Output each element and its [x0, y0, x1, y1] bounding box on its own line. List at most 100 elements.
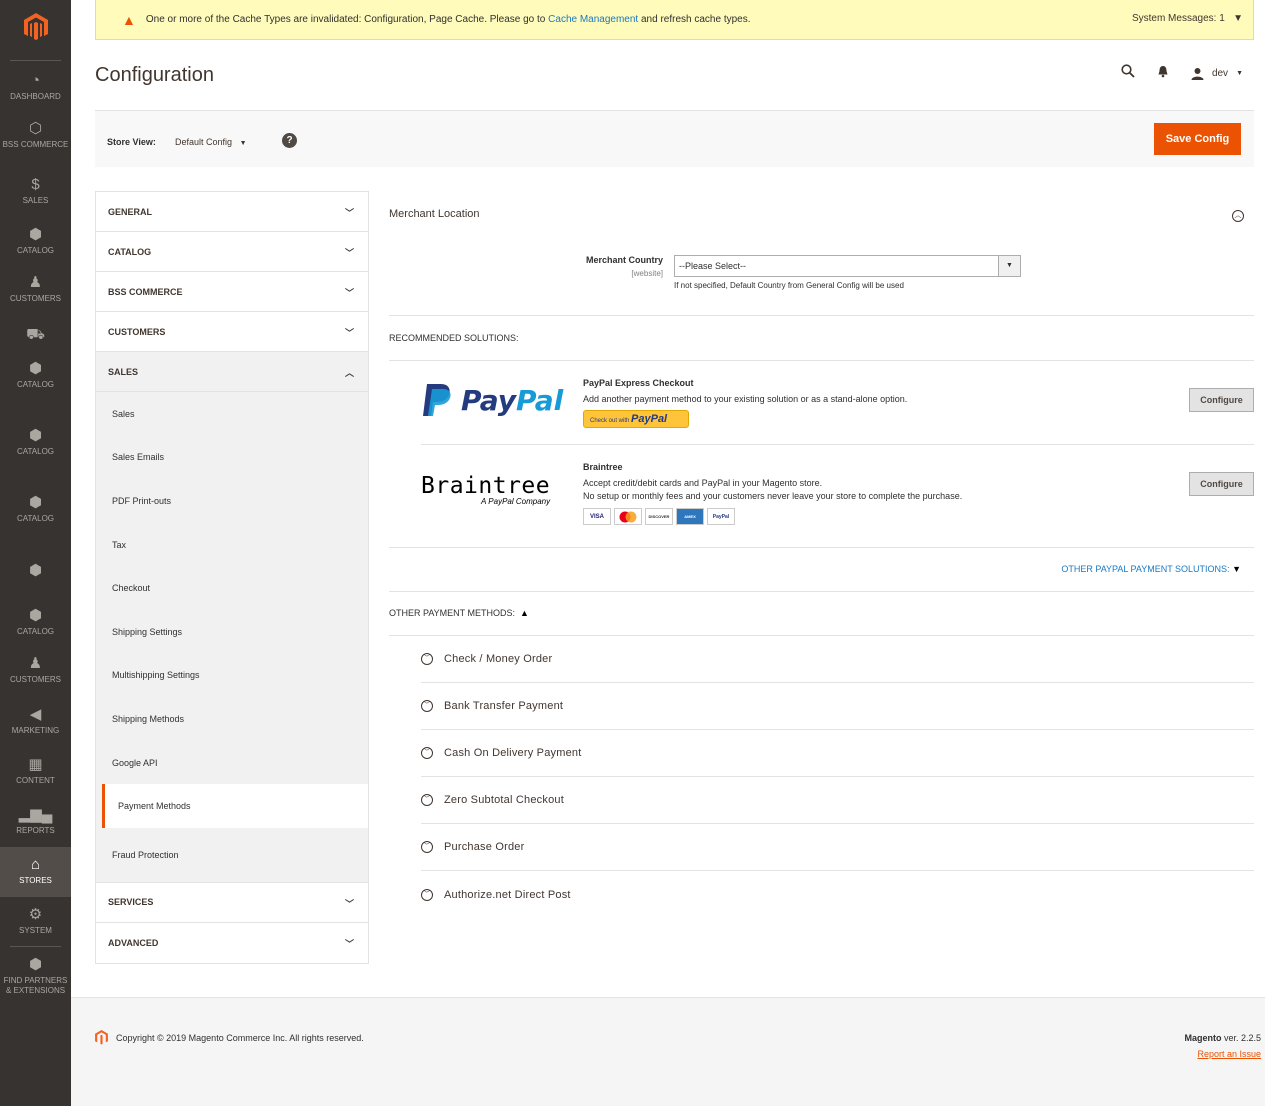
- divider: [389, 315, 1254, 316]
- divider: [389, 360, 1254, 361]
- page-title: Configuration: [95, 64, 214, 86]
- select-arrow-icon: ▼: [998, 256, 1020, 276]
- nav-truck[interactable]: ⛟: [0, 326, 71, 346]
- paypal-configure-button[interactable]: Configure: [1189, 388, 1254, 412]
- divider: [421, 444, 1254, 445]
- bar-chart-icon: ▂▆▄: [18, 806, 53, 823]
- divider: [389, 547, 1254, 548]
- truck-icon: ⛟: [26, 326, 45, 343]
- tab-services[interactable]: SERVICES ﹀: [96, 883, 368, 923]
- nav-sales[interactable]: $ SALES: [0, 176, 71, 206]
- nav-stores[interactable]: ⌂ STORES: [0, 847, 71, 897]
- nav-content[interactable]: ▦ CONTENT: [0, 756, 71, 786]
- header-actions: dev ▼: [1121, 64, 1243, 82]
- tab-customers[interactable]: CUSTOMERS ﹀: [96, 312, 368, 352]
- megaphone-icon: ◀: [29, 706, 42, 723]
- tab-general[interactable]: GENERAL ﹀: [96, 192, 368, 232]
- tab-item-payment-methods[interactable]: Payment Methods: [102, 784, 368, 828]
- store-view-label: Store View:: [107, 137, 156, 147]
- tab-sales[interactable]: SALES ︿: [96, 352, 368, 392]
- tab-item-google-api[interactable]: Google API: [96, 741, 368, 785]
- nav-system[interactable]: ⚙ SYSTEM: [0, 906, 71, 936]
- save-config-button[interactable]: Save Config: [1154, 123, 1241, 155]
- gear-icon: ⚙: [28, 906, 43, 923]
- tab-advanced[interactable]: ADVANCED ﹀: [96, 923, 368, 963]
- nav-find-partners[interactable]: ⬢ FIND PARTNERS & EXTENSIONS: [0, 956, 71, 996]
- copyright: Copyright © 2019 Magento Commerce Inc. A…: [95, 1030, 364, 1045]
- payment-method-bank-transfer[interactable]: ﹀ Bank Transfer Payment: [421, 683, 1254, 730]
- payment-method-check-money-order[interactable]: ﹀ Check / Money Order: [421, 636, 1254, 683]
- nav-dashboard[interactable]: ◔ DASHBOARD: [0, 72, 71, 102]
- version-info: Magento ver. 2.2.5 Report an Issue: [1184, 1030, 1261, 1062]
- paypal-card-icon: PayPal: [707, 508, 735, 525]
- payment-method-cash-on-delivery[interactable]: ﹀ Cash On Delivery Payment: [421, 730, 1254, 777]
- paypal-logo-pal: Pal: [516, 383, 564, 417]
- visa-icon: VISA: [583, 508, 611, 525]
- help-icon[interactable]: ?: [282, 133, 297, 148]
- caret-down-icon: ▼: [1236, 69, 1243, 77]
- cache-management-link[interactable]: Cache Management: [548, 14, 638, 25]
- tab-bss-commerce[interactable]: BSS COMMERCE ﹀: [96, 272, 368, 312]
- admin-sidebar: ◔ DASHBOARD ⬡ BSS COMMERCE $ SALES ⬢ CATALOG…: [0, 0, 71, 1106]
- hexagon-icon: ⬡: [28, 120, 43, 137]
- nav-catalog-5[interactable]: ⬢ CATALOG: [0, 607, 71, 637]
- section-title-merchant-location[interactable]: Merchant Location: [389, 208, 480, 220]
- sales-subitems: Sales Sales Emails PDF Print-outs Tax Ch…: [96, 392, 368, 883]
- nav-box[interactable]: ⬢: [0, 562, 71, 582]
- expand-icon: ﹀: [421, 888, 433, 901]
- tab-item-shipping-methods[interactable]: Shipping Methods: [96, 697, 368, 741]
- merchant-country-scope: [website]: [631, 269, 663, 278]
- tab-item-checkout[interactable]: Checkout: [96, 566, 368, 610]
- tab-item-fraud-protection[interactable]: Fraud Protection: [96, 828, 368, 883]
- braintree-desc-1: Accept credit/debit cards and PayPal in …: [583, 478, 823, 488]
- nav-catalog[interactable]: ⬢ CATALOG: [0, 226, 71, 256]
- config-tabs: GENERAL ﹀ CATALOG ﹀ BSS COMMERCE ﹀ CUSTOMER…: [95, 191, 369, 964]
- tab-item-pdf-printouts[interactable]: PDF Print-outs: [96, 479, 368, 523]
- user-name: dev: [1211, 67, 1229, 79]
- other-payment-methods-toggle[interactable]: OTHER PAYMENT METHODS: ▲: [389, 608, 529, 618]
- braintree-logo: Braintree A PayPal Company: [421, 473, 550, 506]
- report-issue-link[interactable]: Report an Issue: [1197, 1049, 1261, 1059]
- payment-method-authorize-net[interactable]: ﹀ Authorize.net Direct Post: [421, 871, 1254, 918]
- chevron-down-icon: ﹀: [344, 248, 354, 258]
- tab-item-shipping-settings[interactable]: Shipping Settings: [96, 610, 368, 654]
- box-icon: ⬢: [28, 494, 43, 511]
- nav-customers-2[interactable]: ♟ CUSTOMERS: [0, 655, 71, 685]
- tab-item-tax[interactable]: Tax: [96, 523, 368, 567]
- nav-catalog-3[interactable]: ⬢ CATALOG: [0, 427, 71, 457]
- store-view-bar: Store View: Default Config ▼ ? Save Conf…: [95, 110, 1254, 167]
- braintree-configure-button[interactable]: Configure: [1189, 472, 1254, 496]
- tab-item-sales[interactable]: Sales: [96, 392, 368, 436]
- user-account-menu[interactable]: dev ▼: [1191, 67, 1243, 80]
- paypal-logo-pay: Pay: [461, 383, 517, 417]
- dashboard-icon: ◔: [30, 72, 41, 89]
- other-paypal-solutions-toggle[interactable]: OTHER PAYPAL PAYMENT SOLUTIONS: ▼: [1061, 564, 1241, 574]
- nav-bss-commerce[interactable]: ⬡ BSS COMMERCE: [0, 120, 71, 150]
- notifications-bell-icon[interactable]: [1157, 65, 1169, 82]
- nav-catalog-2[interactable]: ⬢ CATALOG: [0, 360, 71, 390]
- nav-marketing[interactable]: ◀ MARKETING: [0, 706, 71, 736]
- nav-customers[interactable]: ♟ CUSTOMERS: [0, 274, 71, 304]
- box-icon: ⬢: [28, 956, 43, 973]
- payment-method-zero-subtotal[interactable]: ﹀ Zero Subtotal Checkout: [421, 777, 1254, 824]
- expand-icon: ﹀: [421, 747, 433, 759]
- braintree-title: Braintree: [583, 462, 623, 472]
- paypal-p-icon: [423, 384, 451, 416]
- tab-item-multishipping-settings[interactable]: Multishipping Settings: [96, 654, 368, 698]
- magento-logo[interactable]: [0, 0, 71, 54]
- system-messages-toggle[interactable]: System Messages: 1 ▼: [1132, 13, 1243, 24]
- discover-icon: DISCOVER: [645, 508, 673, 525]
- store-view-switcher[interactable]: Default Config ▼: [175, 137, 247, 147]
- payment-method-purchase-order[interactable]: ﹀ Purchase Order: [421, 824, 1254, 871]
- tab-catalog[interactable]: CATALOG ﹀: [96, 232, 368, 272]
- caret-down-icon: ▼: [239, 140, 247, 147]
- search-icon[interactable]: [1121, 64, 1135, 82]
- version-number: ver. 2.2.5: [1223, 1033, 1261, 1043]
- nav-catalog-4[interactable]: ⬢ CATALOG: [0, 494, 71, 524]
- nav-separator: [10, 60, 61, 61]
- collapse-icon[interactable]: ︿: [1232, 210, 1244, 222]
- tab-item-sales-emails[interactable]: Sales Emails: [96, 436, 368, 480]
- user-icon: [1191, 67, 1204, 80]
- nav-reports[interactable]: ▂▆▄ REPORTS: [0, 806, 71, 836]
- merchant-country-select[interactable]: --Please Select-- ▼: [674, 255, 1021, 277]
